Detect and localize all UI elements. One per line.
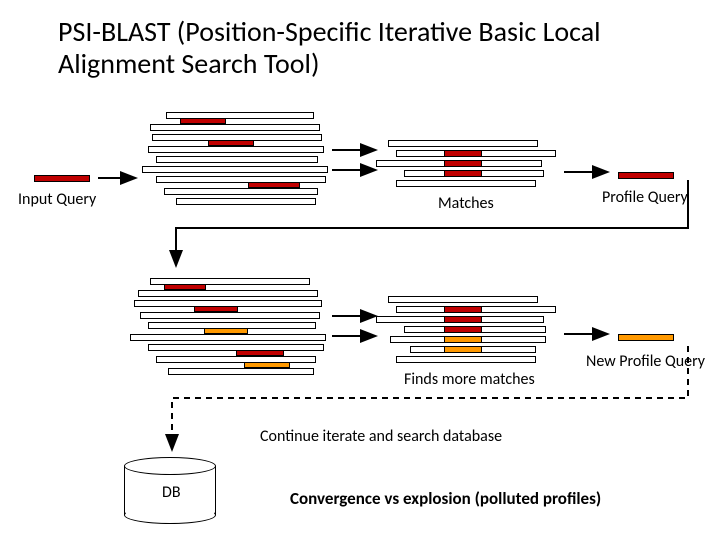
profile-query-bar (618, 172, 674, 179)
more-match-bar (156, 356, 316, 363)
finds-more-label: Finds more matches (404, 370, 535, 389)
match-bar (164, 188, 318, 195)
more-match-bar (138, 290, 318, 297)
continue-label: Continue iterate and search database (260, 427, 502, 446)
more-aligned-seed-new (444, 336, 482, 343)
aligned-bar (388, 140, 538, 147)
aligned-seed (444, 160, 482, 167)
aligned-seed (444, 150, 482, 157)
aligned-bar (396, 180, 536, 187)
more-aligned-bar (396, 356, 536, 363)
db-label: DB (162, 483, 181, 502)
arrows-layer (0, 0, 720, 540)
matches-label: Matches (438, 194, 494, 213)
more-aligned-seed (444, 326, 482, 333)
profile-query-label: Profile Query (602, 188, 688, 207)
new-profile-bar (618, 334, 674, 341)
match-bar (150, 124, 320, 131)
more-aligned-bar (388, 296, 538, 303)
convergence-label: Convergence vs explosion (polluted profi… (290, 488, 601, 509)
more-match-bar (140, 312, 320, 319)
new-profile-label: New Profile Query (586, 352, 705, 371)
input-query-bar (34, 175, 90, 182)
aligned-seed (444, 170, 482, 177)
more-aligned-seed (444, 306, 482, 313)
more-aligned-seed (444, 316, 482, 323)
match-bar (156, 156, 318, 163)
more-match-bar (130, 334, 326, 341)
match-bar (148, 146, 324, 153)
more-match-bar (168, 368, 314, 375)
match-bar (142, 166, 328, 173)
slide-title: PSI-BLAST (Position-Specific Iterative B… (58, 16, 618, 80)
more-aligned-seed-new (444, 346, 482, 353)
match-bar (176, 198, 316, 205)
match-bar (156, 176, 326, 183)
input-query-label: Input Query (18, 190, 96, 209)
